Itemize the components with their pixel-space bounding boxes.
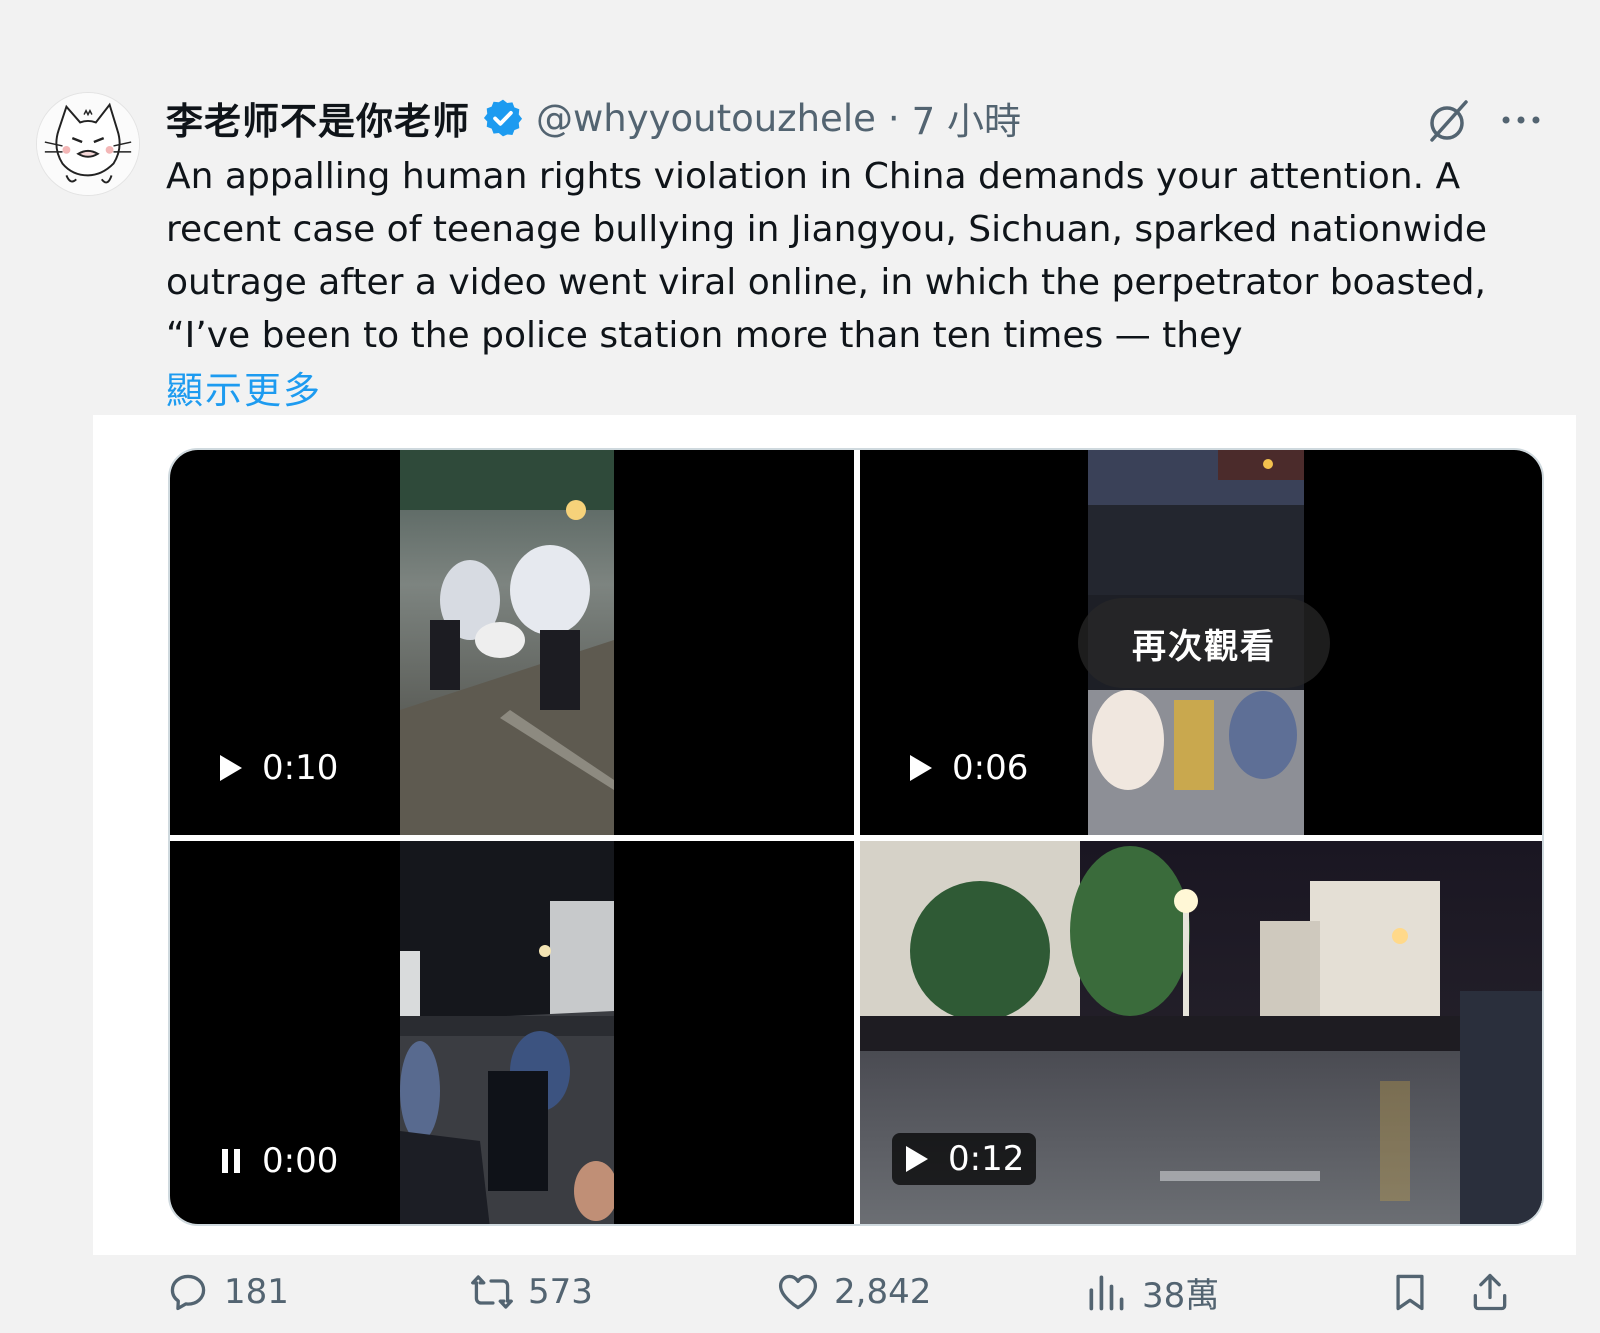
bookmark-button[interactable] <box>1388 1262 1432 1322</box>
repost-icon <box>471 1275 513 1309</box>
like-icon <box>778 1274 818 1310</box>
video-3-duration: 0:00 <box>206 1135 350 1187</box>
video-2[interactable]: 再次觀看 0:06 <box>860 450 1542 835</box>
view-count: 38萬 <box>1142 1275 1220 1316</box>
video-3-frame <box>400 841 614 1224</box>
replay-button[interactable]: 再次觀看 <box>1078 598 1330 688</box>
play-icon[interactable] <box>218 753 244 783</box>
video-1-frame <box>400 450 614 835</box>
repost-button[interactable]: 573 <box>470 1262 593 1322</box>
reply-button[interactable]: 181 <box>166 1262 289 1322</box>
tweet: 李老师不是你老师 @whyyoutouzhele · 7 小時 An appal… <box>0 0 1600 1333</box>
verified-badge-icon[interactable] <box>482 97 524 139</box>
avatar[interactable] <box>36 92 140 196</box>
like-count: 2,842 <box>834 1272 932 1312</box>
video-4[interactable]: 0:12 <box>860 841 1542 1224</box>
repost-count: 573 <box>528 1272 593 1312</box>
separator-dot: · <box>887 96 900 140</box>
video-1-duration: 0:10 <box>206 742 350 794</box>
like-button[interactable]: 2,842 <box>776 1262 931 1322</box>
share-button[interactable] <box>1468 1262 1512 1322</box>
video-1-time: 0:10 <box>262 748 339 788</box>
video-3-time: 0:00 <box>262 1141 339 1181</box>
grok-icon[interactable] <box>1424 96 1474 146</box>
play-icon[interactable] <box>908 753 934 783</box>
views-button[interactable]: 38萬 <box>1084 1262 1219 1322</box>
tweet-header: 李老师不是你老师 @whyyoutouzhele · 7 小時 <box>166 90 1021 146</box>
video-4-time: 0:12 <box>948 1139 1025 1179</box>
video-4-duration: 0:12 <box>892 1133 1037 1185</box>
more-icon[interactable] <box>1496 100 1546 140</box>
video-2-time: 0:06 <box>952 748 1029 788</box>
pause-icon[interactable] <box>218 1146 244 1176</box>
video-1[interactable]: 0:10 <box>170 450 854 835</box>
reply-icon <box>170 1274 206 1311</box>
timestamp[interactable]: 7 小時 <box>912 91 1021 145</box>
views-icon <box>1089 1275 1124 1311</box>
media-grid: 0:10 再次觀看 0:06 0:00 0:12 <box>168 448 1544 1226</box>
show-more-link[interactable]: 顯示更多 <box>166 360 322 414</box>
share-icon <box>1473 1273 1507 1311</box>
display-name[interactable]: 李老师不是你老师 <box>166 91 470 145</box>
tweet-text: An appalling human rights violation in C… <box>166 156 1488 356</box>
user-handle[interactable]: @whyyoutouzhele <box>536 97 876 140</box>
video-2-duration: 0:06 <box>896 742 1040 794</box>
cat-avatar-image <box>37 93 139 195</box>
video-3[interactable]: 0:00 <box>170 841 854 1224</box>
reply-count: 181 <box>224 1272 289 1312</box>
play-icon[interactable] <box>904 1144 930 1174</box>
action-bar: 181 573 2,842 38萬 <box>166 1262 1546 1322</box>
bookmark-icon <box>1396 1274 1424 1311</box>
